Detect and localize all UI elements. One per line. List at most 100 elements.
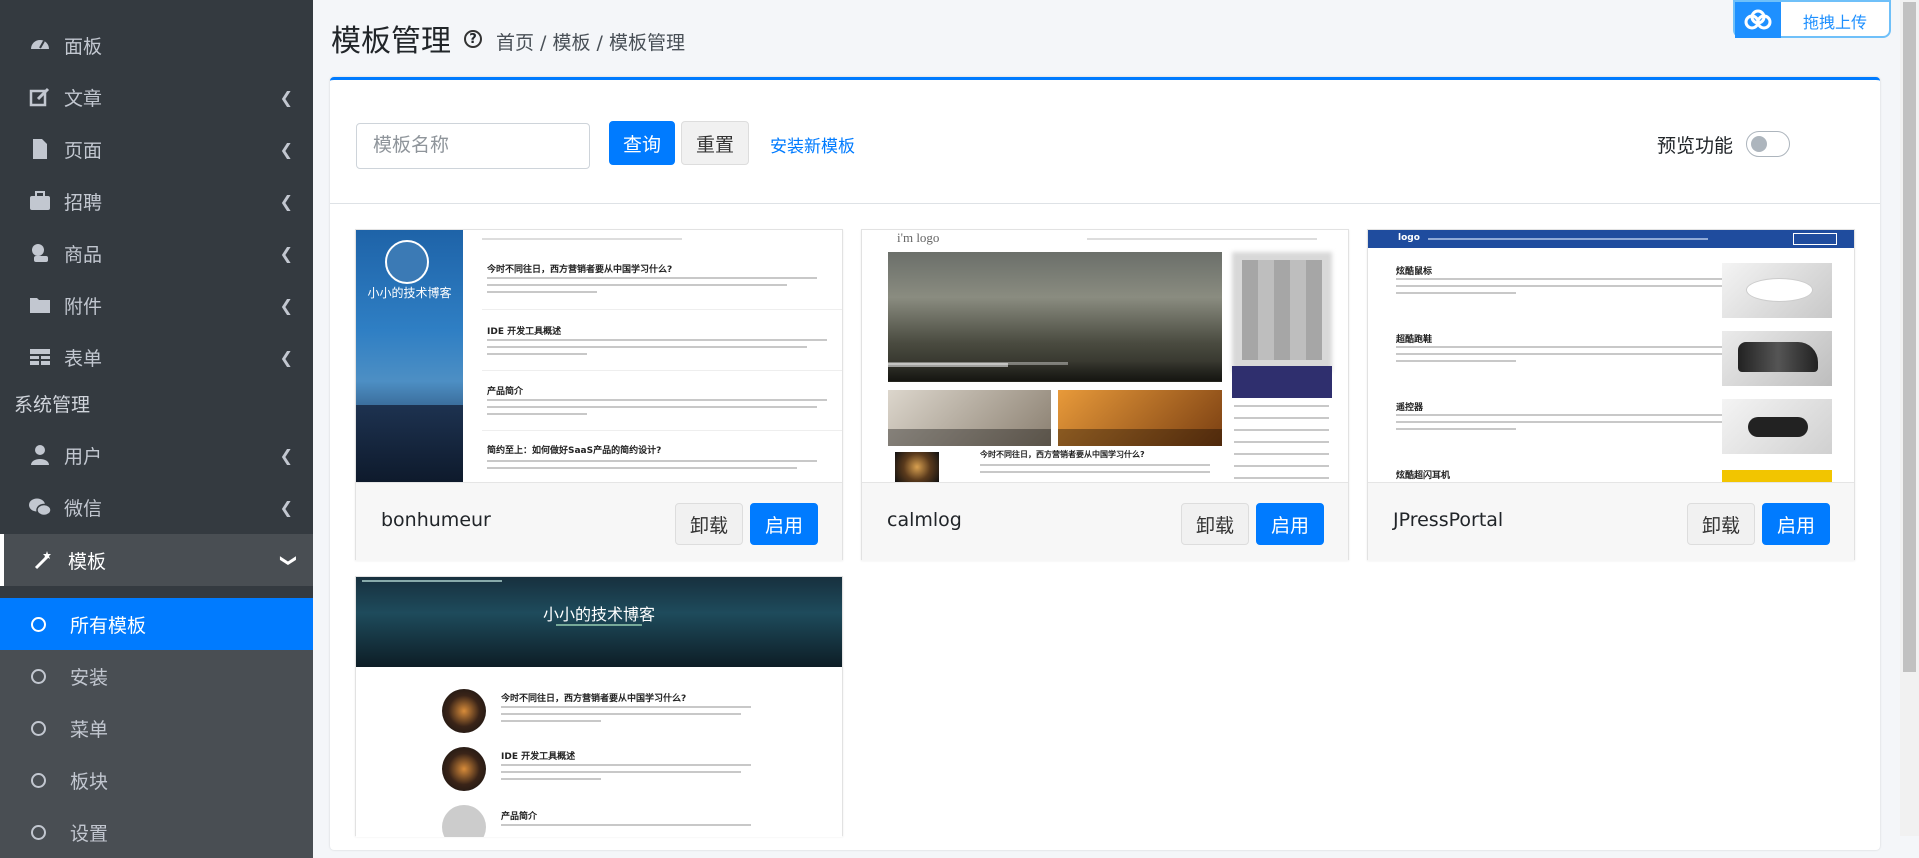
sidebar-subitem-install[interactable]: 安装	[0, 650, 313, 702]
sidebar-item-users[interactable]: 用户 ❮	[0, 429, 313, 481]
sidebar-subitem-all-templates[interactable]: 所有模板	[0, 598, 313, 650]
page-title: 模板管理	[331, 24, 451, 59]
sidebar-item-label: 面板	[64, 35, 103, 58]
chevron-left-icon: ❮	[279, 191, 293, 211]
chevron-left-icon: ❮	[279, 295, 293, 315]
template-name: bonhumeur	[381, 509, 491, 531]
template-thumbnail[interactable]: 小小的技术博客 今时不同往日，西方营销者要从中国学习什么? IDE 开发工具概述…	[356, 230, 842, 482]
divider	[330, 203, 1880, 204]
chevron-left-icon: ❮	[279, 347, 293, 367]
query-button[interactable]: 查询	[609, 121, 675, 165]
magic-icon	[32, 548, 56, 572]
sidebar-item-label: 表单	[64, 347, 103, 370]
sidebar-item-pages[interactable]: 页面 ❮	[0, 123, 313, 175]
template-thumbnail[interactable]: i'm logo 今时不同往日，西方营销者要从中国学习什么?	[862, 230, 1348, 482]
briefcase-icon	[28, 189, 52, 213]
sidebar-subitem-label: 设置	[70, 822, 109, 845]
sidebar-item-label: 文章	[64, 87, 103, 110]
thumb-post-title: IDE 开发工具概述	[501, 752, 576, 762]
thumb-post-title: 简约至上：如何做好SaaS产品的简约设计?	[487, 446, 662, 456]
sidebar-subitem-label: 菜单	[70, 718, 109, 741]
chevron-left-icon: ❮	[279, 243, 293, 263]
circle-icon	[31, 720, 46, 736]
sidebar-item-label: 页面	[64, 139, 103, 162]
sidebar-item-wechat[interactable]: 微信 ❮	[0, 481, 313, 533]
circle-icon	[31, 616, 46, 632]
chevron-left-icon: ❮	[279, 87, 293, 107]
file-icon	[28, 137, 52, 161]
circle-icon	[31, 668, 46, 684]
sidebar-subitem-label: 板块	[70, 770, 109, 793]
folder-icon	[28, 293, 52, 317]
chevron-left-icon: ❮	[279, 497, 293, 517]
sidebar-item-articles[interactable]: 文章 ❮	[0, 71, 313, 123]
uninstall-button[interactable]: 卸载	[675, 503, 743, 545]
thumb-post-title: 超酷跑鞋	[1396, 335, 1433, 345]
uninstall-button[interactable]: 卸载	[1687, 503, 1755, 545]
sidebar-item-label: 附件	[64, 295, 103, 318]
thumb-post-title: IDE 开发工具概述	[487, 327, 562, 337]
template-footer: JPressPortal 卸载 启用	[1368, 482, 1854, 561]
reset-button[interactable]: 重置	[681, 121, 749, 165]
sidebar-subitem-label: 安装	[70, 666, 109, 689]
toggle-knob	[1751, 136, 1767, 152]
shopping-icon	[28, 241, 52, 265]
breadcrumb[interactable]: 首页 / 模板 / 模板管理	[496, 28, 685, 55]
template-item-bonhumeur: 小小的技术博客 今时不同往日，西方营销者要从中国学习什么? IDE 开发工具概述…	[355, 229, 843, 561]
template-name-input[interactable]	[356, 123, 590, 169]
preview-toggle[interactable]	[1746, 131, 1790, 157]
circle-icon	[31, 824, 46, 840]
sidebar-subitem-blocks[interactable]: 板块	[0, 754, 313, 806]
template-item-calmlog: i'm logo 今时不同往日，西方营销者要从中国学习什么? calmlog 卸…	[861, 229, 1349, 561]
thumb-blog-title: 小小的技术博客	[542, 605, 655, 624]
drag-upload-button[interactable]: 拖拽上传	[1733, 0, 1891, 38]
user-icon	[28, 443, 52, 467]
dashboard-icon	[28, 33, 52, 57]
vertical-scrollbar[interactable]	[1900, 0, 1919, 836]
enable-button[interactable]: 启用	[1256, 503, 1324, 545]
sidebar-item-attachments[interactable]: 附件 ❮	[0, 279, 313, 331]
chevron-down-icon: ❮	[276, 553, 296, 567]
thumb-post-title: 今时不同往日，西方营销者要从中国学习什么?	[501, 694, 687, 704]
preview-label: 预览功能	[1657, 135, 1734, 157]
template-footer: bonhumeur 卸载 启用	[356, 482, 842, 561]
sidebar-item-templates[interactable]: 模板 ❮	[0, 534, 313, 586]
sidebar-subitem-label: 所有模板	[70, 614, 147, 637]
cloud-icon	[1735, 2, 1781, 38]
sidebar: 面板 文章 ❮ 页面 ❮ 招聘 ❮ 商品 ❮ 附件 ❮ 表单 ❮ 系统管理 用户…	[0, 0, 313, 858]
template-thumbnail[interactable]: logo 炫酷鼠标 超酷跑鞋 遥控器 炫酷超闪耳机	[1368, 230, 1854, 482]
chevron-left-icon: ❮	[279, 445, 293, 465]
template-footer: calmlog 卸载 启用	[862, 482, 1348, 561]
sidebar-subitem-settings[interactable]: 设置	[0, 806, 313, 858]
help-icon[interactable]: ?	[464, 30, 482, 48]
enable-button[interactable]: 启用	[750, 503, 818, 545]
thumb-post-title: 今时不同往日，西方营销者要从中国学习什么?	[980, 450, 1145, 459]
sidebar-item-products[interactable]: 商品 ❮	[0, 227, 313, 279]
sidebar-item-jobs[interactable]: 招聘 ❮	[0, 175, 313, 227]
thumb-logo: logo	[1398, 233, 1420, 243]
install-new-template-link[interactable]: 安装新模板	[770, 132, 855, 157]
sidebar-item-dashboard[interactable]: 面板	[0, 19, 313, 71]
uninstall-button[interactable]: 卸载	[1181, 503, 1249, 545]
chevron-left-icon: ❮	[279, 139, 293, 159]
thumb-post-title: 炫酷超闪耳机	[1396, 471, 1451, 481]
upload-label: 拖拽上传	[1803, 13, 1868, 32]
sidebar-item-forms[interactable]: 表单 ❮	[0, 331, 313, 383]
sidebar-subitem-menu[interactable]: 菜单	[0, 702, 313, 754]
sidebar-item-label: 微信	[64, 497, 103, 520]
template-name: calmlog	[887, 509, 962, 531]
enable-button[interactable]: 启用	[1762, 503, 1830, 545]
thumb-post-title: 产品简介	[487, 387, 524, 397]
thumb-post-title: 炫酷鼠标	[1396, 267, 1433, 277]
sidebar-item-label: 招聘	[64, 191, 103, 214]
sidebar-item-label: 商品	[64, 243, 103, 266]
thumb-blog-title: 小小的技术博客	[367, 286, 452, 300]
thumb-post-title: 遥控器	[1396, 403, 1424, 413]
table-icon	[28, 345, 52, 369]
template-thumbnail[interactable]: 小小的技术博客 今时不同往日，西方营销者要从中国学习什么? IDE 开发工具概述…	[356, 577, 842, 837]
scrollbar-thumb[interactable]	[1903, 2, 1916, 672]
sidebar-item-label: 模板	[68, 550, 107, 573]
thumb-post-title: 今时不同往日，西方营销者要从中国学习什么?	[487, 265, 673, 275]
sidebar-section-header: 系统管理	[14, 394, 91, 416]
circle-icon	[31, 772, 46, 788]
